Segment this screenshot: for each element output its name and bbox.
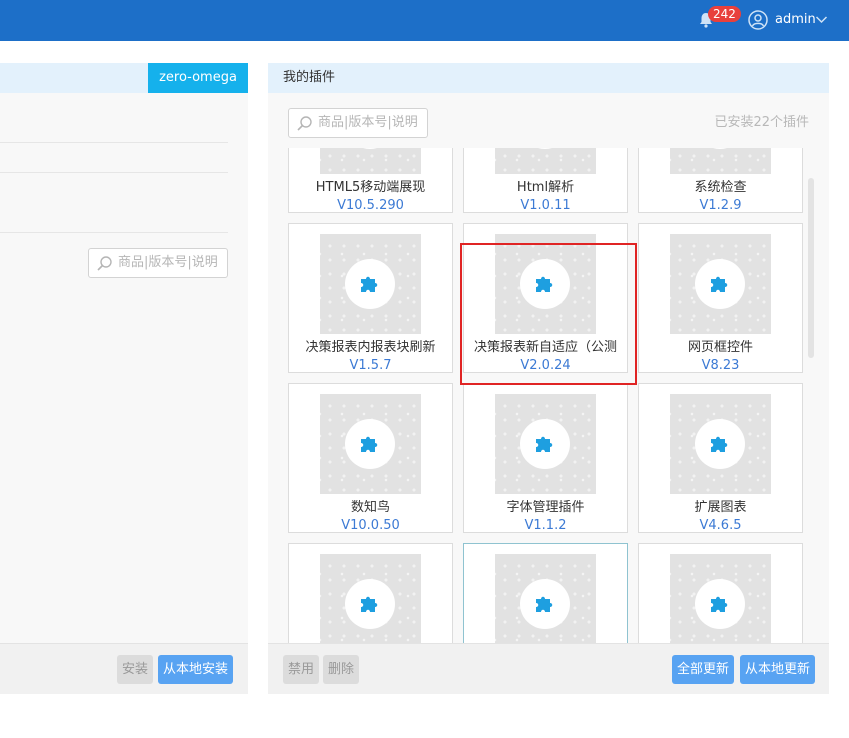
plugin-name: 决策报表新自适应（公测 [473, 340, 617, 355]
chevron-down-icon[interactable] [815, 13, 828, 26]
username[interactable]: admin [775, 12, 816, 28]
plugin-thumbnail [495, 234, 596, 334]
puzzle-icon [361, 276, 378, 292]
puzzle-icon-badge [695, 148, 745, 149]
plugin-thumbnail [320, 234, 421, 334]
left-panel-footer: 安装 从本地安装 [0, 643, 248, 694]
divider [0, 232, 228, 233]
puzzle-icon-badge [345, 148, 395, 149]
disable-button[interactable]: 禁用 [283, 655, 319, 684]
my-plugins-panel: 我的插件 商品|版本号|说明 已安装22个插件 HTML5移动端展现 V10.5.… [268, 63, 829, 694]
top-bar: 242 admin [0, 0, 849, 41]
plugin-card[interactable]: HTML5移动端展现 V10.5.290 [288, 148, 453, 213]
search-placeholder: 商品|版本号|说明 [118, 255, 218, 270]
plugin-store-panel: zero-omega 商品|版本号|说明 安装 从本地安装 [0, 63, 248, 694]
plugin-version: V1.2.9 [699, 198, 742, 213]
installed-count: 已安装22个插件 [714, 115, 809, 130]
local-update-button[interactable]: 从本地更新 [740, 655, 815, 684]
puzzle-icon [361, 596, 378, 612]
plugin-thumbnail [320, 394, 421, 494]
plugin-search-input[interactable]: 商品|版本号|说明 [288, 108, 428, 138]
plugin-card[interactable]: 系统检查 V1.2.9 [638, 148, 803, 213]
plugin-name: 字体管理插件 [506, 500, 585, 515]
local-install-button[interactable]: 从本地安装 [158, 655, 233, 684]
plugin-name: HTML5移动端展现 [315, 180, 426, 195]
puzzle-icon [711, 596, 728, 612]
plugin-thumbnail [670, 554, 771, 643]
puzzle-icon-badge [520, 579, 570, 629]
puzzle-icon-badge [345, 259, 395, 309]
plugin-version: V10.0.50 [341, 518, 400, 533]
plugin-thumbnail [320, 554, 421, 643]
puzzle-icon-badge [345, 579, 395, 629]
plugin-name: 系统检查 [694, 180, 747, 195]
plugin-version: V10.5.290 [337, 198, 404, 213]
plugin-card[interactable] [288, 543, 453, 643]
plugin-thumbnail [495, 554, 596, 643]
notification-badge[interactable]: 242 [708, 6, 741, 22]
plugin-card[interactable]: 决策报表新自适应（公测 V2.0.24 [463, 223, 628, 373]
puzzle-icon [536, 436, 553, 452]
plugin-thumbnail [495, 394, 596, 494]
scrollbar[interactable] [808, 178, 814, 358]
store-search-input[interactable]: 商品|版本号|说明 [88, 248, 228, 278]
plugin-card[interactable] [463, 543, 628, 643]
plugin-card[interactable]: 数知鸟 V10.0.50 [288, 383, 453, 533]
plugin-card[interactable]: 扩展图表 V4.6.5 [638, 383, 803, 533]
plugin-version: V8.23 [701, 358, 740, 373]
plugin-name: Html解析 [516, 180, 575, 195]
plugin-card[interactable]: Html解析 V1.0.11 [463, 148, 628, 213]
plugin-card[interactable]: 字体管理插件 V1.1.2 [463, 383, 628, 533]
puzzle-icon [711, 276, 728, 292]
search-placeholder: 商品|版本号|说明 [318, 115, 418, 130]
puzzle-icon-badge [520, 148, 570, 149]
search-icon [297, 116, 312, 131]
plugin-name: 数知鸟 [350, 500, 390, 515]
search-icon [97, 256, 112, 271]
puzzle-icon-badge [695, 259, 745, 309]
plugin-version: V2.0.24 [520, 358, 571, 373]
plugin-card[interactable] [638, 543, 803, 643]
plugin-version: V4.6.5 [699, 518, 742, 533]
puzzle-icon [536, 596, 553, 612]
plugin-name: 扩展图表 [694, 500, 747, 515]
puzzle-icon-badge [520, 259, 570, 309]
plugin-version: V1.0.11 [520, 198, 571, 213]
right-panel-footer: 禁用 删除 全部更新 从本地更新 [268, 643, 829, 694]
user-icon[interactable] [748, 10, 768, 30]
plugin-version: V1.5.7 [349, 358, 392, 373]
plugin-thumbnail [320, 148, 421, 174]
puzzle-icon [711, 436, 728, 452]
puzzle-icon-badge [695, 419, 745, 469]
user-tag[interactable]: zero-omega [148, 63, 248, 93]
update-all-button[interactable]: 全部更新 [672, 655, 734, 684]
plugin-thumbnail [670, 148, 771, 174]
puzzle-icon-badge [345, 419, 395, 469]
puzzle-icon [361, 436, 378, 452]
install-button[interactable]: 安装 [117, 655, 153, 684]
puzzle-icon-badge [520, 419, 570, 469]
puzzle-icon-badge [695, 579, 745, 629]
plugin-card[interactable]: 网页框控件 V8.23 [638, 223, 803, 373]
plugin-card[interactable]: 决策报表内报表块刷新 V1.5.7 [288, 223, 453, 373]
plugin-name: 决策报表内报表块刷新 [305, 340, 436, 355]
divider [0, 172, 228, 173]
delete-button[interactable]: 删除 [323, 655, 359, 684]
panel-title: 我的插件 [268, 63, 829, 93]
divider [0, 142, 228, 143]
plugin-version: V1.1.2 [524, 518, 567, 533]
plugin-thumbnail [670, 394, 771, 494]
puzzle-icon [536, 276, 553, 292]
plugin-name: 网页框控件 [687, 340, 753, 355]
plugin-thumbnail [495, 148, 596, 174]
plugin-grid: HTML5移动端展现 V10.5.290 Html解析 V1.0.11 系统检查 V1.2… [288, 148, 803, 643]
plugin-thumbnail [670, 234, 771, 334]
